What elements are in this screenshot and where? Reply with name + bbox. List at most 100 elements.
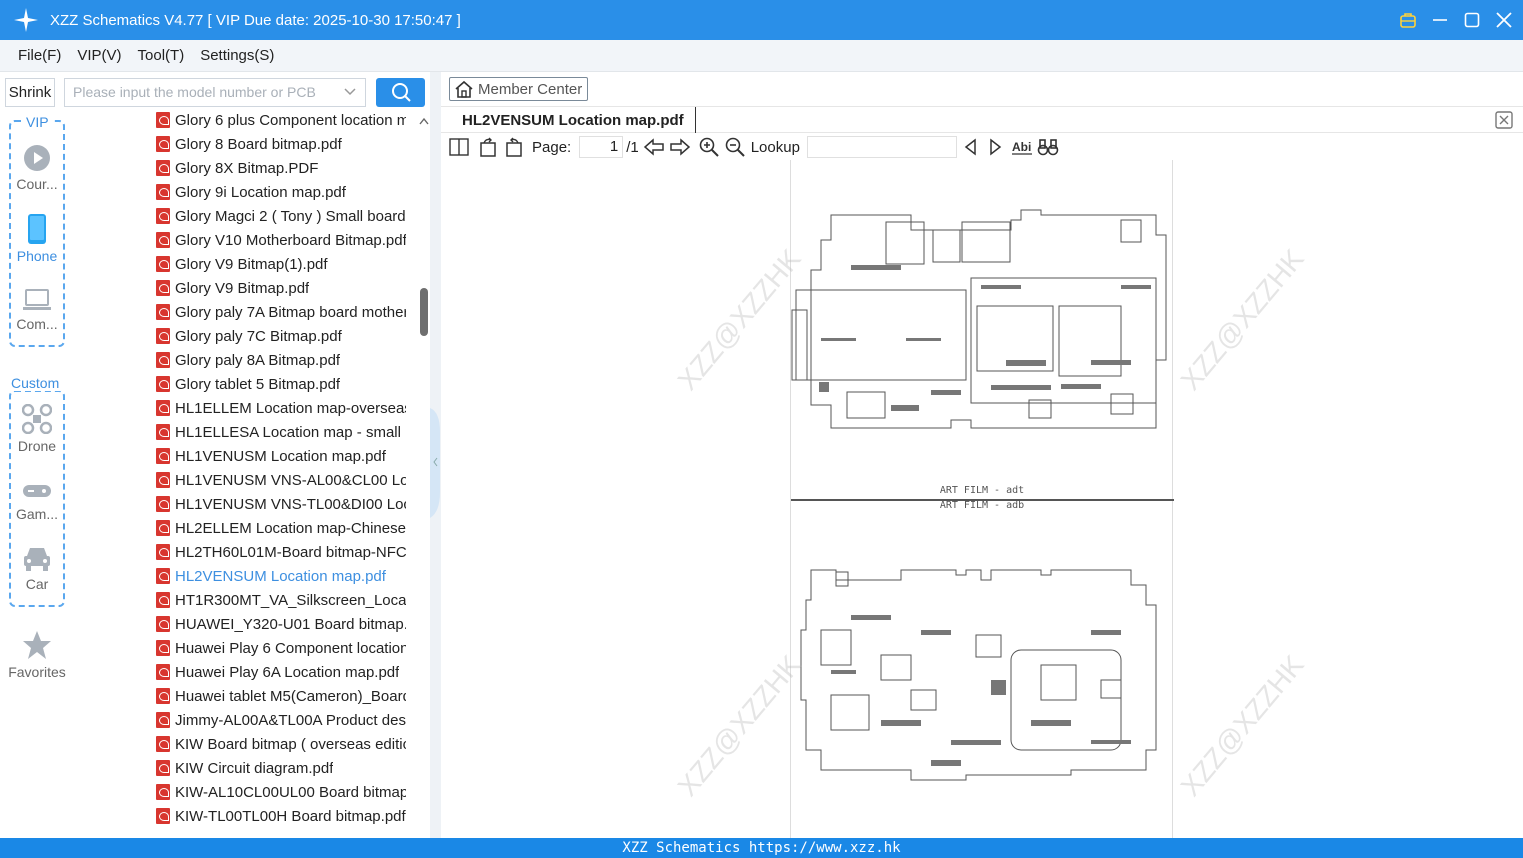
file-list-item-label: Glory 8X Bitmap.PDF <box>175 159 319 177</box>
close-tab-icon[interactable] <box>1495 111 1513 129</box>
zoom-in-icon[interactable] <box>699 137 719 157</box>
page-total: /1 <box>626 138 639 156</box>
document-tab-title: HL2VENSUM Location map.pdf <box>462 111 684 129</box>
next-page-icon[interactable] <box>669 138 691 156</box>
file-list-item-label: Glory 6 plus Component location map.pdf <box>175 112 406 129</box>
document-tab[interactable]: HL2VENSUM Location map.pdf <box>449 107 696 133</box>
lookup-label: Lookup <box>750 138 800 156</box>
nav-car[interactable]: Car <box>0 546 74 592</box>
menu-vip[interactable]: VIP(V) <box>77 47 121 64</box>
pdf-viewer[interactable]: ART FILM - adt ART FILM - adb XZZ@XZZHK … <box>441 160 1523 838</box>
lookup-input[interactable] <box>806 136 957 158</box>
file-list-item[interactable]: HL1VENUSM VNS-AL00&CL00 Location map.pdf <box>156 468 406 492</box>
file-list-item[interactable]: HL2TH60L01M-Board bitmap-NFC.pdf <box>156 540 406 564</box>
file-list-item[interactable]: Glory 8X Bitmap.PDF <box>156 156 406 180</box>
shrink-button[interactable]: Shrink <box>5 77 55 107</box>
file-list-item-label: Jimmy-AL00A&TL00A Product design.pdf <box>175 711 406 729</box>
close-button[interactable] <box>1495 11 1513 29</box>
file-list-item[interactable]: Glory 8 Board bitmap.pdf <box>156 132 406 156</box>
nav-computer[interactable]: Com... <box>0 288 74 332</box>
file-list-item[interactable]: HUAWEI_Y320-U01 Board bitmap.pdf <box>156 612 406 636</box>
file-list-item-label: Huawei Play 6 Component location map.pdf <box>175 639 406 657</box>
file-list-item[interactable]: KIW-AL10CL00UL00 Board bitmap.pdf <box>156 780 406 804</box>
pdf-file-icon <box>156 664 170 680</box>
file-list-item-label: HUAWEI_Y320-U01 Board bitmap.pdf <box>175 615 406 633</box>
vip-bag-icon[interactable] <box>1399 11 1417 29</box>
file-list-item[interactable]: Glory 6 plus Component location map.pdf <box>156 112 406 132</box>
nav-computer-label: Com... <box>16 316 58 332</box>
nav-drone[interactable]: Drone <box>0 404 74 454</box>
file-list-item-label: Glory 9i Location map.pdf <box>175 183 346 201</box>
file-list-item[interactable]: HL1VENUSM VNS-TL00&DI00 Location map.pdf <box>156 492 406 516</box>
menu-settings[interactable]: Settings(S) <box>200 47 274 64</box>
file-list-item[interactable]: Huawei tablet M5(Cameron)_Board.pdf <box>156 684 406 708</box>
panel-splitter[interactable] <box>430 72 441 838</box>
nav-game[interactable]: Gam... <box>0 480 74 522</box>
maximize-button[interactable] <box>1463 11 1481 29</box>
pdf-file-icon <box>156 784 170 800</box>
file-list-item[interactable]: HL2VENSUM Location map.pdf <box>156 564 406 588</box>
file-list-item[interactable]: Glory tablet 5 Bitmap.pdf <box>156 372 406 396</box>
nav-favorites-label: Favorites <box>8 664 66 680</box>
file-list-item[interactable]: Glory V9 Bitmap.pdf <box>156 276 406 300</box>
file-list-item[interactable]: Huawei Play 6 Component location map.pdf <box>156 636 406 660</box>
file-list-item[interactable]: HL1VENUSM Location map.pdf <box>156 444 406 468</box>
watermark-2: XZZ@XZZHK <box>1174 243 1310 396</box>
nav-phone[interactable]: Phone <box>0 214 74 264</box>
file-list-item[interactable]: Glory paly 7C Bitmap.pdf <box>156 324 406 348</box>
file-list-item[interactable]: HL2ELLEM Location map-Chinese.pdf <box>156 516 406 540</box>
search-input[interactable]: Please input the model number or PCB <box>64 77 366 107</box>
page-number-input[interactable]: 1 <box>579 136 624 158</box>
pdf-file-icon <box>156 712 170 728</box>
pdf-file-icon <box>156 280 170 296</box>
document-pane: Member Center HL2VENSUM Location map.pdf… <box>441 72 1523 838</box>
file-list-item[interactable]: HT1R300MT_VA_Silkscreen_Location.pdf <box>156 588 406 612</box>
menu-tool[interactable]: Tool(T) <box>138 47 185 64</box>
file-list-item[interactable]: Huawei Play 6A Location map.pdf <box>156 660 406 684</box>
file-list-item[interactable]: Glory V9 Bitmap(1).pdf <box>156 252 406 276</box>
pdf-file-icon <box>156 424 170 440</box>
file-list-scrollbar[interactable] <box>418 112 430 838</box>
find-next-icon[interactable] <box>987 138 1003 156</box>
member-center-button[interactable]: Member Center <box>449 77 588 101</box>
file-list-item-label: Glory V9 Bitmap(1).pdf <box>175 255 328 273</box>
file-list-item[interactable]: HL1ELLESA Location map - small board.pdf <box>156 420 406 444</box>
pdf-file-icon <box>156 208 170 224</box>
minimize-button[interactable] <box>1431 11 1449 29</box>
file-list-item[interactable]: Glory 9i Location map.pdf <box>156 180 406 204</box>
rotate-right-icon[interactable] <box>504 137 524 157</box>
nav-car-label: Car <box>25 576 49 592</box>
file-list-item[interactable]: HL1ELLEM Location map-overseas.pdf <box>156 396 406 420</box>
file-list-item[interactable]: KIW Circuit diagram.pdf <box>156 756 406 780</box>
pdf-file-icon <box>156 232 170 248</box>
match-case-icon[interactable]: Abi <box>1011 138 1033 156</box>
file-list-item[interactable]: KIW Board bitmap ( overseas edition ).pd… <box>156 732 406 756</box>
file-list-item[interactable]: KIW-TL00TL00H Board bitmap.pdf <box>156 804 406 828</box>
file-list-item[interactable]: Glory V10 Motherboard Bitmap.pdf <box>156 228 406 252</box>
status-text: XZZ Schematics https://www.xzz.hk <box>622 840 901 856</box>
pdf-text-line2: ART FILM - adb <box>940 500 1024 511</box>
file-list-item[interactable]: Glory paly 7A Bitmap board motherboard.p… <box>156 300 406 324</box>
prev-page-icon[interactable] <box>643 138 665 156</box>
play-circle-icon <box>24 145 50 171</box>
pdf-file-icon <box>156 400 170 416</box>
nav-courses[interactable]: Cour... <box>0 144 74 192</box>
nav-favorites[interactable]: Favorites <box>0 630 74 680</box>
chevron-down-icon[interactable] <box>343 85 357 99</box>
title-bar: XZZ Schematics V4.77 [ VIP Due date: 202… <box>0 0 1523 40</box>
file-list-item[interactable]: Glory paly 8A Bitmap.pdf <box>156 348 406 372</box>
file-list-item-label: HL1VENUSM VNS-AL00&CL00 Location map.pdf <box>175 471 406 489</box>
find-prev-icon[interactable] <box>963 138 979 156</box>
file-list-item[interactable]: Jimmy-AL00A&TL00A Product design.pdf <box>156 708 406 732</box>
pdf-file-icon <box>156 496 170 512</box>
dual-page-icon[interactable] <box>449 138 469 156</box>
search-button[interactable] <box>376 77 425 107</box>
file-list-item-label: Glory V9 Bitmap.pdf <box>175 279 310 297</box>
star-icon <box>23 631 51 659</box>
zoom-out-icon[interactable] <box>725 137 745 157</box>
menu-file[interactable]: File(F) <box>18 47 61 64</box>
binoculars-icon[interactable] <box>1037 138 1059 156</box>
rotate-left-icon[interactable] <box>478 137 498 157</box>
file-list-item[interactable]: Glory Magci 2 ( Tony ) Small board.pdf <box>156 204 406 228</box>
watermark-3: XZZ@XZZHK <box>671 649 807 802</box>
